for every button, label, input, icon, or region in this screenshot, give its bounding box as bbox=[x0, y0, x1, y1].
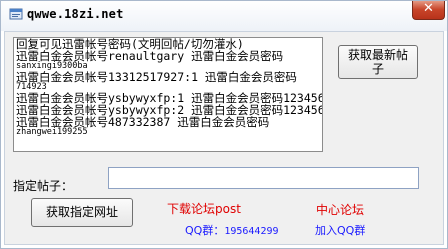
content-line: 迅雷白金会员帐号13312517927:1 迅雷白金会员密码 bbox=[16, 70, 297, 84]
close-icon: ✕ bbox=[423, 1, 434, 16]
client-area: 回复可见迅雷帐号密码(文明回帖/切勿灌水) 迅雷白金会员帐号renaultgary… bbox=[4, 31, 444, 245]
content-textarea[interactable]: 回复可见迅雷帐号密码(文明回帖/切勿灌水) 迅雷白金会员帐号renaultgary… bbox=[13, 37, 323, 152]
qq-group-link[interactable]: QQ群：195644299 bbox=[185, 222, 279, 238]
app-window: qwwe.18zi.net ✕ 回复可见迅雷帐号密码(文明回帖/切勿灌水) 迅雷白… bbox=[0, 0, 448, 249]
fetch-url-button[interactable]: 获取指定网址 bbox=[31, 198, 133, 227]
download-forum-link[interactable]: 下载论坛post bbox=[167, 200, 241, 217]
close-button[interactable]: ✕ bbox=[412, 0, 445, 20]
center-forum-link[interactable]: 中心论坛 bbox=[316, 201, 364, 218]
post-label: 指定帖子： bbox=[13, 179, 74, 193]
qq-group-prefix: QQ群： bbox=[185, 224, 225, 237]
post-input[interactable] bbox=[108, 167, 419, 189]
get-latest-post-button[interactable]: 获取最新帖 子 bbox=[338, 45, 418, 79]
title-bar[interactable]: qwwe.18zi.net ✕ bbox=[0, 0, 448, 31]
window-title: qwwe.18zi.net bbox=[27, 7, 124, 21]
qq-group-number: 195644299 bbox=[224, 226, 279, 237]
content-line: zhangwei199255 bbox=[16, 127, 88, 137]
app-icon bbox=[9, 8, 23, 20]
join-qq-link[interactable]: 加入QQ群 bbox=[315, 222, 365, 238]
